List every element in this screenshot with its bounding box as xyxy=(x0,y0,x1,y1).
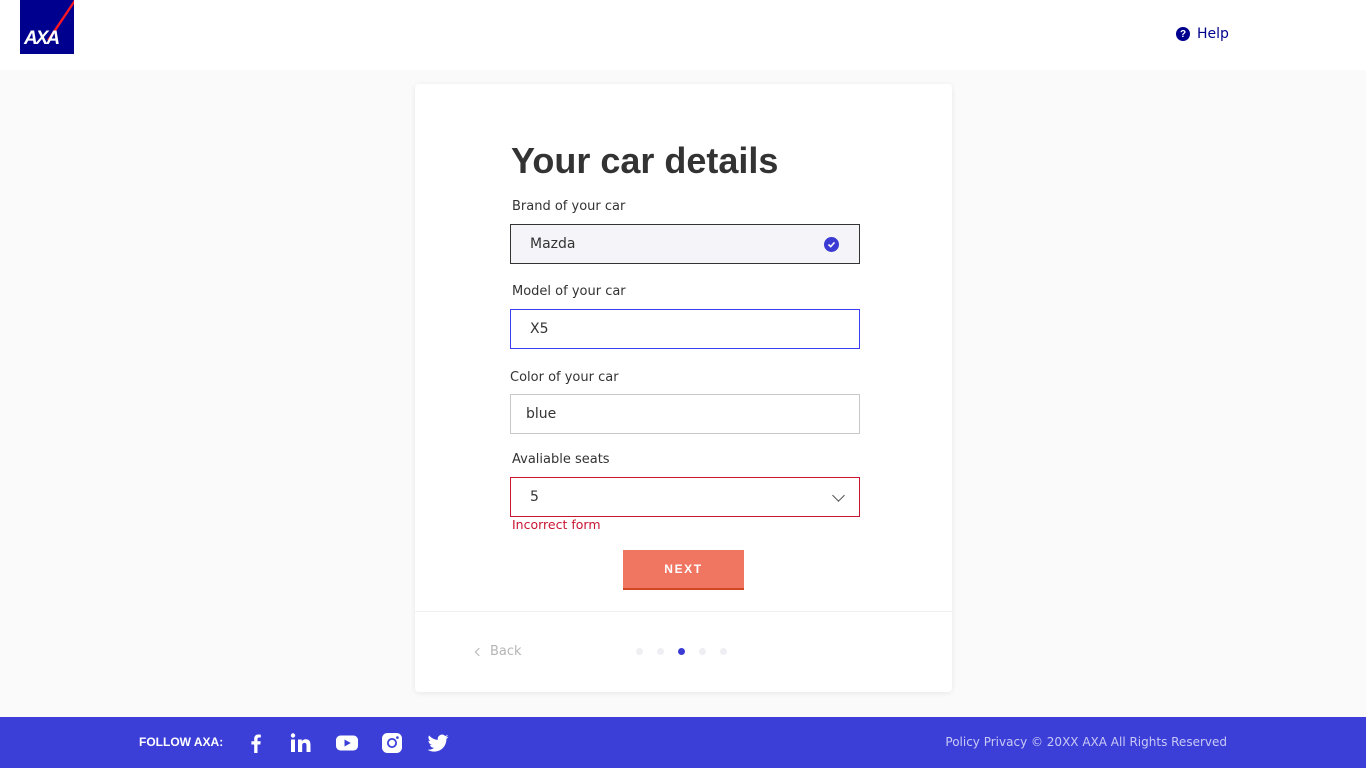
step-dot xyxy=(657,648,664,655)
back-label: Back xyxy=(490,644,522,659)
logo-text: AXA xyxy=(24,28,60,49)
step-dot xyxy=(636,648,643,655)
facebook-icon[interactable] xyxy=(244,731,268,755)
brand-field[interactable]: Mazda xyxy=(510,224,860,264)
step-indicator xyxy=(636,648,727,655)
brand-label: Brand of your car xyxy=(512,199,626,214)
help-label: Help xyxy=(1197,26,1229,42)
page-title: Your car details xyxy=(511,140,779,181)
axa-logo[interactable]: AXA xyxy=(20,0,74,54)
next-button[interactable]: NEXT xyxy=(623,550,744,590)
back-link[interactable]: Back xyxy=(474,644,522,659)
youtube-icon[interactable] xyxy=(335,731,359,755)
help-link[interactable]: ? Help xyxy=(1176,26,1229,42)
copyright-text[interactable]: Policy Privacy © 20XX AXA All Rights Res… xyxy=(945,735,1227,749)
color-label: Color of your car xyxy=(510,370,619,385)
header: AXA ? Help xyxy=(0,0,1366,70)
chevron-down-icon xyxy=(832,489,845,502)
model-value: X5 xyxy=(530,321,549,337)
divider xyxy=(415,611,952,612)
color-field[interactable]: blue xyxy=(510,394,860,434)
question-circle-icon: ? xyxy=(1176,27,1190,41)
model-field[interactable]: X5 xyxy=(510,309,860,349)
instagram-icon[interactable] xyxy=(380,731,404,755)
twitter-icon[interactable] xyxy=(426,731,450,755)
step-dot-active xyxy=(678,648,685,655)
step-dot xyxy=(699,648,706,655)
seats-value: 5 xyxy=(530,489,539,505)
step-dot xyxy=(720,648,727,655)
seats-select[interactable]: 5 xyxy=(510,477,860,517)
brand-value: Mazda xyxy=(530,236,576,252)
seats-label: Avaliable seats xyxy=(512,452,610,467)
color-value: blue xyxy=(526,406,557,422)
chevron-left-icon xyxy=(474,647,484,656)
model-label: Model of your car xyxy=(512,284,626,299)
check-circle-icon xyxy=(824,237,839,252)
seats-error-message: Incorrect form xyxy=(512,517,601,532)
linkedin-icon[interactable] xyxy=(289,731,313,755)
footer: FOLLOW AXA: Policy Privacy © 20XX AXA Al… xyxy=(0,717,1366,768)
form-card: Your car details Brand of your car Mazda… xyxy=(415,84,952,692)
follow-label: FOLLOW AXA: xyxy=(139,735,224,749)
